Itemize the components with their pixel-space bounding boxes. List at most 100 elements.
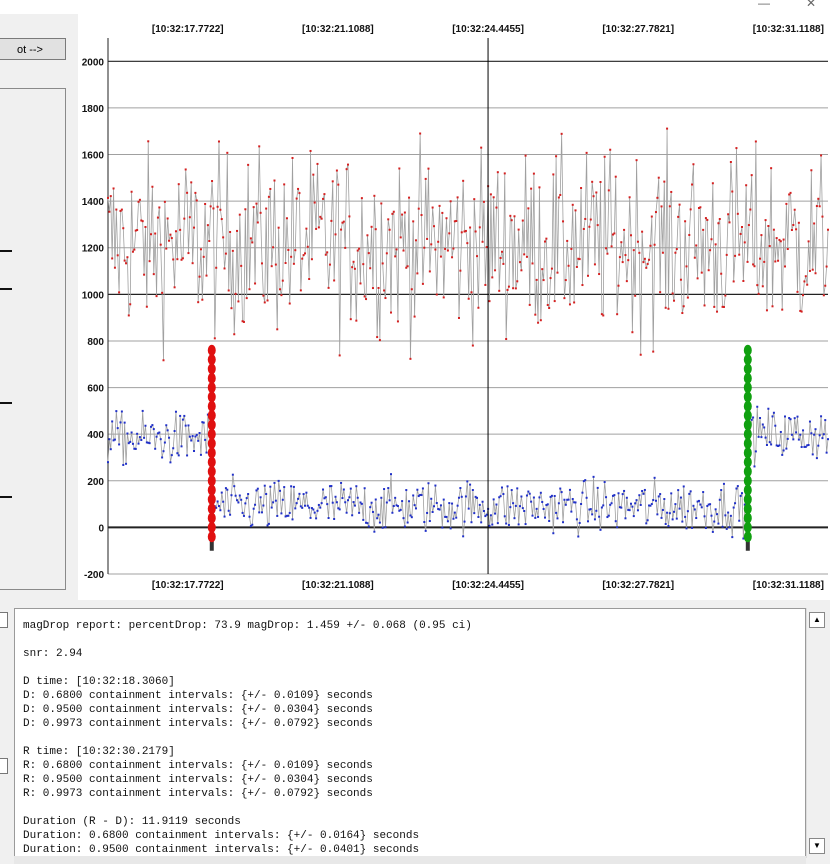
scroll-down-icon[interactable]: ▼ <box>809 838 825 854</box>
comparison-point <box>671 292 674 295</box>
target-point <box>460 495 463 498</box>
comparison-point <box>804 275 807 278</box>
comparison-point <box>353 267 356 270</box>
comparison-point <box>126 256 129 259</box>
comparison-point <box>793 208 796 211</box>
comparison-point <box>459 269 462 272</box>
lower-left-control[interactable] <box>0 758 8 774</box>
target-point <box>714 508 717 511</box>
comparison-point <box>442 296 445 299</box>
y-tick-label: 1600 <box>82 151 105 162</box>
comparison-point <box>322 197 325 200</box>
target-point <box>316 509 319 512</box>
comparison-point <box>163 200 166 203</box>
comparison-point <box>714 243 717 246</box>
comparison-point <box>738 253 741 256</box>
comparison-point <box>224 252 227 255</box>
comparison-point <box>532 172 535 175</box>
target-point <box>729 514 732 517</box>
comparison-point <box>686 296 689 299</box>
target-point <box>771 415 774 418</box>
comparison-point <box>588 225 591 228</box>
target-point <box>353 504 356 507</box>
comparison-point <box>428 270 431 273</box>
comparison-point <box>711 182 714 185</box>
target-point <box>716 513 719 516</box>
target-point <box>785 447 788 450</box>
comparison-point <box>790 228 793 231</box>
comparison-point <box>188 216 191 219</box>
target-point <box>369 506 372 509</box>
target-point <box>603 481 606 484</box>
target-point <box>320 502 323 505</box>
minimize-icon[interactable]: — <box>758 0 770 10</box>
target-point <box>371 510 374 513</box>
y-tick-label: 0 <box>98 523 104 534</box>
comparison-point <box>734 254 737 257</box>
report-line: R: 0.9500 containment intervals: {+/- 0.… <box>23 774 373 786</box>
target-point <box>659 493 662 496</box>
light-curve-chart[interactable]: 2000180016001400120010008006004002000-20… <box>78 14 830 600</box>
target-point <box>563 498 566 501</box>
comparison-point <box>674 251 677 254</box>
target-point <box>154 447 157 450</box>
light-curve-plot[interactable]: 2000 1800 1600 1400 1200 1000 800 600 400 200 0 -20… <box>78 14 830 600</box>
comparison-point <box>403 211 406 214</box>
target-point <box>560 491 563 494</box>
comparison-point <box>505 338 508 341</box>
comparison-point <box>223 267 226 270</box>
target-point <box>772 411 775 414</box>
target-point <box>140 438 143 441</box>
comparison-point <box>749 208 752 211</box>
report-line: D: 0.9500 containment intervals: {+/- 0.… <box>23 704 373 716</box>
report-vertical-scrollbar[interactable]: ▲ ▼ <box>806 608 827 858</box>
comparison-point <box>610 245 613 248</box>
target-point <box>666 511 669 514</box>
target-point <box>331 501 334 504</box>
target-point <box>270 506 273 509</box>
comparison-point <box>240 264 243 267</box>
lower-left-control[interactable] <box>0 612 8 628</box>
comparison-point <box>752 263 755 266</box>
comparison-point <box>147 140 150 143</box>
target-point <box>553 494 556 497</box>
comparison-point <box>495 206 498 209</box>
target-point <box>752 416 755 419</box>
comparison-point <box>344 246 347 249</box>
comparison-point <box>162 359 165 362</box>
comparison-point <box>471 344 474 347</box>
target-point <box>107 461 109 464</box>
comparison-point <box>248 288 251 291</box>
comparison-point <box>702 228 705 231</box>
scroll-up-icon[interactable]: ▲ <box>809 612 825 628</box>
comparison-point <box>494 269 497 272</box>
close-icon[interactable]: ✕ <box>806 0 816 10</box>
target-point <box>272 501 275 504</box>
comparison-point <box>528 303 531 306</box>
comparison-point <box>742 279 745 282</box>
target-point <box>269 485 272 488</box>
report-horizontal-scrollbar[interactable] <box>14 856 806 864</box>
target-point <box>442 498 445 501</box>
target-point <box>589 508 592 511</box>
target-point <box>663 498 666 501</box>
x-tick-label-top: [10:32:24.4455] <box>452 24 524 35</box>
comparison-point <box>217 140 220 143</box>
comparison-point <box>169 233 172 236</box>
comparison-point <box>682 305 685 308</box>
target-point <box>724 514 727 517</box>
target-point <box>431 511 434 514</box>
comparison-point <box>545 237 548 240</box>
comparison-point <box>691 183 694 186</box>
comparison-point <box>131 250 134 253</box>
target-point <box>559 487 562 490</box>
target-point <box>292 485 295 488</box>
target-point <box>118 443 121 446</box>
comparison-point <box>781 308 784 311</box>
report-panel[interactable]: magDrop report: percentDrop: 73.9 magDro… <box>14 608 806 864</box>
target-point <box>502 493 505 496</box>
comparison-point <box>700 271 703 274</box>
plot-button[interactable]: ot --> <box>0 38 66 60</box>
comparison-point <box>614 175 617 178</box>
comparison-point <box>201 298 204 301</box>
